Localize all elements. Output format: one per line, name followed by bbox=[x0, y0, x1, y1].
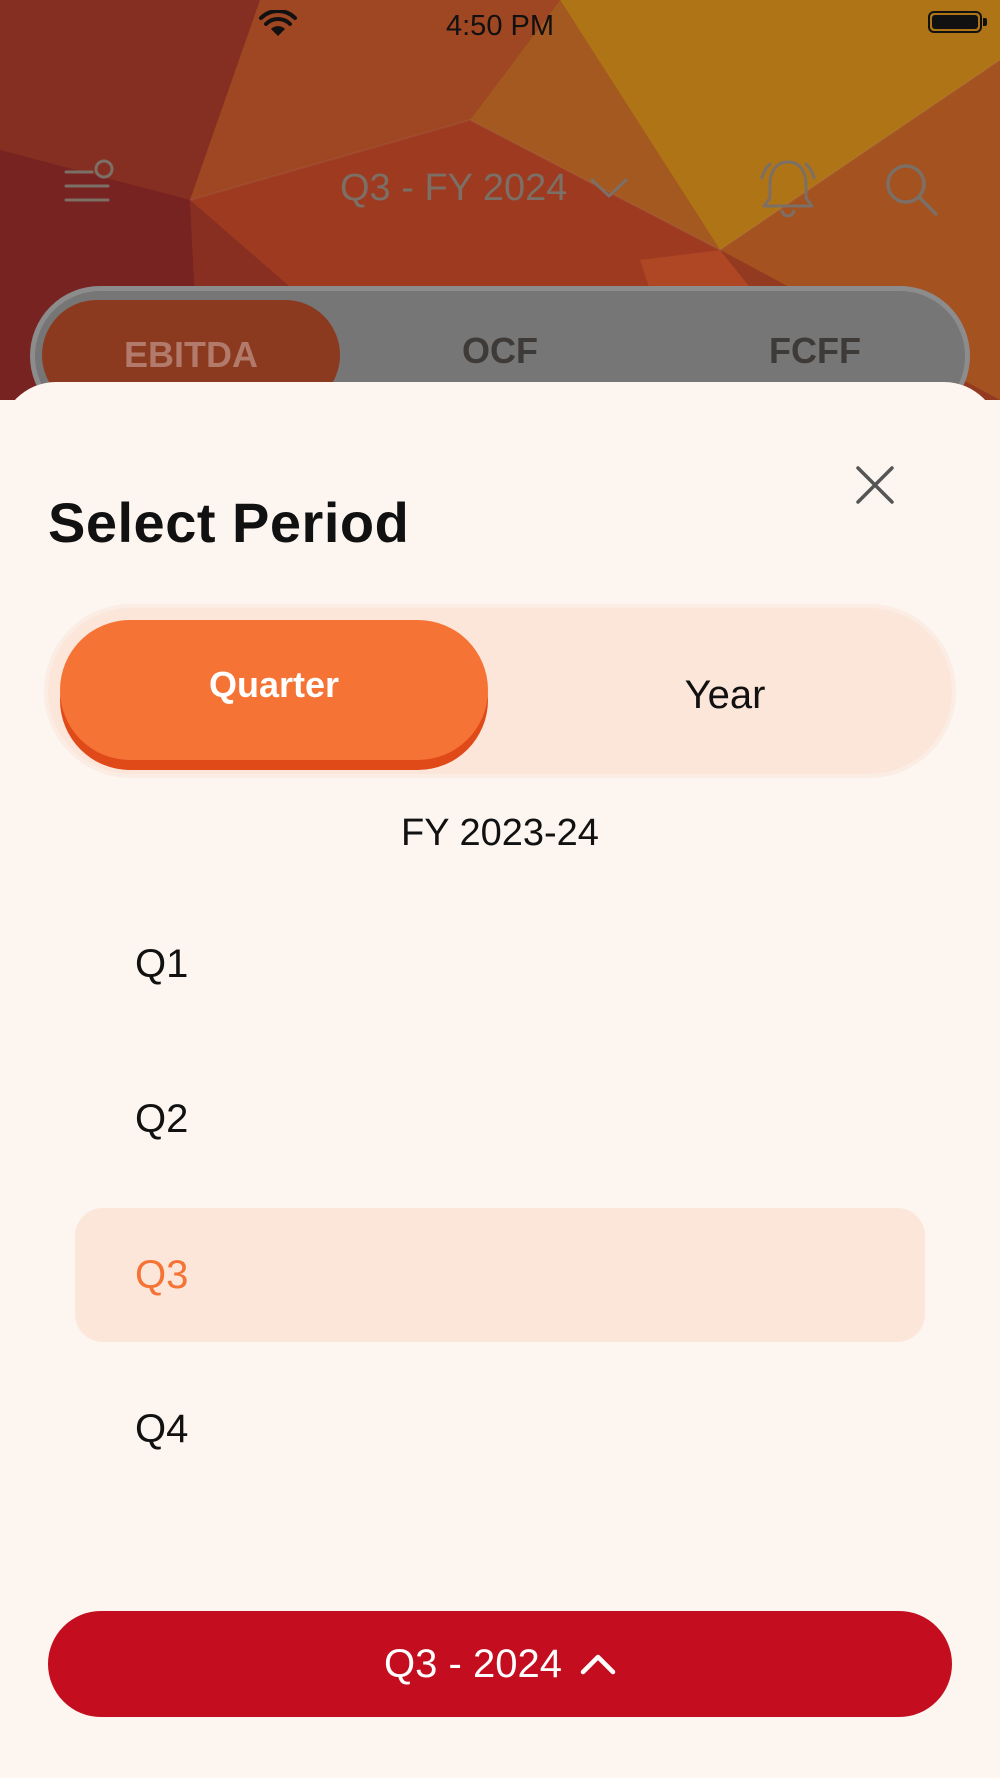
quarter-option-label: Q4 bbox=[135, 1406, 189, 1451]
period-selector[interactable]: Q3 - FY 2024 bbox=[340, 160, 629, 216]
period-selector-label: Q3 - FY 2024 bbox=[340, 166, 568, 209]
quarter-option-label: Q2 bbox=[135, 1096, 189, 1141]
quarter-option-label: Q1 bbox=[135, 941, 189, 986]
bell-icon bbox=[760, 160, 816, 218]
search-button[interactable] bbox=[882, 160, 940, 218]
quarter-option-q4[interactable]: Q4 bbox=[75, 1362, 925, 1496]
selected-period-label: Q3 - 2024 bbox=[384, 1641, 562, 1686]
quarter-option-q1[interactable]: Q1 bbox=[75, 897, 925, 1031]
fiscal-year-label: FY 2023-24 bbox=[401, 812, 599, 854]
filter-menu-button[interactable] bbox=[62, 158, 120, 208]
search-icon bbox=[886, 164, 938, 216]
segment-year-button[interactable]: Year bbox=[500, 620, 950, 770]
quarter-option-q2[interactable]: Q2 bbox=[75, 1052, 925, 1186]
quarter-option-q3[interactable]: Q3 bbox=[75, 1208, 925, 1342]
selected-period-button[interactable]: Q3 - 2024 bbox=[48, 1611, 952, 1717]
quarter-option-label: Q3 bbox=[135, 1252, 189, 1297]
chevron-down-icon bbox=[590, 178, 628, 198]
filter-menu-icon bbox=[64, 159, 114, 202]
notifications-button[interactable] bbox=[758, 156, 818, 220]
chevron-up-icon bbox=[580, 1654, 616, 1675]
close-icon bbox=[856, 466, 894, 504]
close-button[interactable] bbox=[850, 460, 900, 510]
battery-icon bbox=[928, 11, 987, 33]
sheet-title: Select Period bbox=[48, 491, 410, 554]
status-bar: 4:50 PM bbox=[0, 0, 1000, 52]
status-time: 4:50 PM bbox=[446, 10, 554, 42]
segment-quarter-button[interactable]: Quarter bbox=[60, 620, 488, 760]
